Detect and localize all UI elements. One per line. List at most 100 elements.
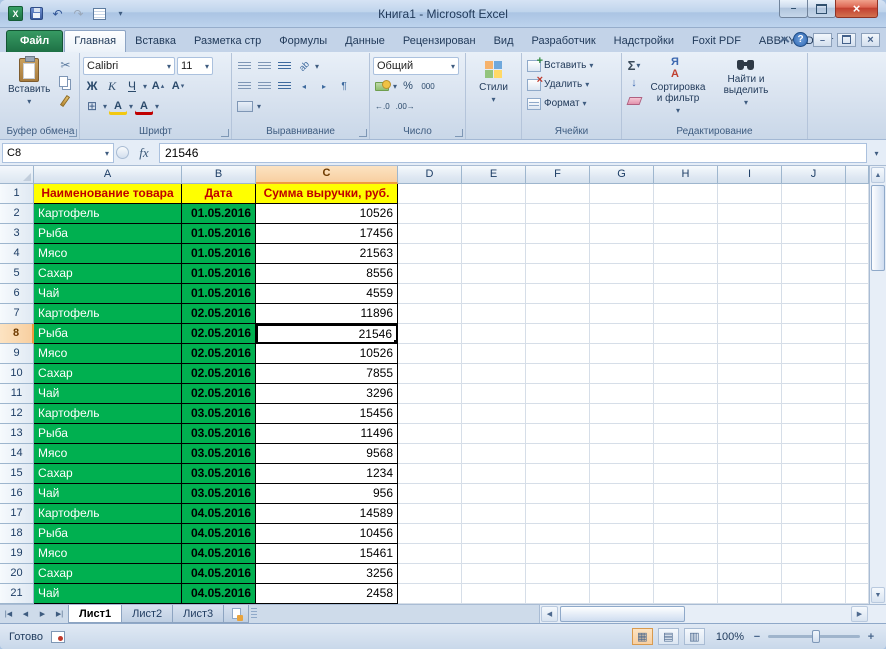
cell-G1[interactable]: [590, 184, 654, 204]
bold-button[interactable]: Ж: [83, 77, 101, 95]
cell-A19[interactable]: Мясо: [34, 544, 182, 564]
cell-A11[interactable]: Чай: [34, 384, 182, 404]
cell-H7[interactable]: [654, 304, 718, 324]
cell-D13[interactable]: [398, 424, 462, 444]
cell-D11[interactable]: [398, 384, 462, 404]
cell-C2[interactable]: 10526: [256, 204, 398, 224]
cell-I6[interactable]: [718, 284, 782, 304]
excel-logo-icon[interactable]: [7, 5, 24, 22]
column-header-J[interactable]: J: [782, 166, 846, 184]
increase-decimal-button[interactable]: [373, 97, 392, 115]
cell-partial-7[interactable]: [846, 304, 869, 324]
cell-F2[interactable]: [526, 204, 590, 224]
row-header-11[interactable]: 11: [0, 384, 34, 404]
column-header-F[interactable]: F: [526, 166, 590, 184]
cell-J6[interactable]: [782, 284, 846, 304]
font-size-select[interactable]: 11: [177, 57, 213, 75]
cell-A2[interactable]: Картофель: [34, 204, 182, 224]
cell-D12[interactable]: [398, 404, 462, 424]
column-header-A[interactable]: A: [34, 166, 182, 184]
number-dialog-launcher-icon[interactable]: [455, 129, 463, 137]
cell-A3[interactable]: Рыба: [34, 224, 182, 244]
cell-A8[interactable]: Рыба: [34, 324, 182, 344]
cell-D2[interactable]: [398, 204, 462, 224]
cell-F3[interactable]: [526, 224, 590, 244]
row-header-14[interactable]: 14: [0, 444, 34, 464]
cell-B13[interactable]: 03.05.2016: [182, 424, 256, 444]
qat-customize-dropdown-icon[interactable]: [112, 5, 129, 22]
row-header-4[interactable]: 4: [0, 244, 34, 264]
cell-J15[interactable]: [782, 464, 846, 484]
next-sheet-icon[interactable]: [34, 605, 51, 623]
cell-G3[interactable]: [590, 224, 654, 244]
column-header-H[interactable]: H: [654, 166, 718, 184]
cell-B11[interactable]: 02.05.2016: [182, 384, 256, 404]
cell-D19[interactable]: [398, 544, 462, 564]
accounting-format-button[interactable]: [373, 77, 391, 95]
scroll-left-icon[interactable]: [541, 606, 558, 622]
clipboard-dialog-launcher-icon[interactable]: [69, 129, 77, 137]
number-format-select[interactable]: Общий: [373, 57, 459, 75]
cell-B3[interactable]: 01.05.2016: [182, 224, 256, 244]
row-header-21[interactable]: 21: [0, 584, 34, 604]
cell-E21[interactable]: [462, 584, 526, 604]
normal-view-button[interactable]: ▦: [631, 628, 653, 645]
cell-partial-16[interactable]: [846, 484, 869, 504]
column-header-I[interactable]: I: [718, 166, 782, 184]
cell-D9[interactable]: [398, 344, 462, 364]
tab-Вставка[interactable]: Вставка: [126, 31, 185, 52]
cell-I13[interactable]: [718, 424, 782, 444]
cell-B5[interactable]: 01.05.2016: [182, 264, 256, 284]
formula-bar-handle[interactable]: [116, 146, 129, 159]
cell-J18[interactable]: [782, 524, 846, 544]
cell-F5[interactable]: [526, 264, 590, 284]
row-header-3[interactable]: 3: [0, 224, 34, 244]
cell-A21[interactable]: Чай: [34, 584, 182, 604]
copy-button[interactable]: [56, 74, 74, 92]
row-header-18[interactable]: 18: [0, 524, 34, 544]
row-header-1[interactable]: 1: [0, 184, 34, 204]
cell-E18[interactable]: [462, 524, 526, 544]
cell-D21[interactable]: [398, 584, 462, 604]
cell-J3[interactable]: [782, 224, 846, 244]
cell-H2[interactable]: [654, 204, 718, 224]
column-header-D[interactable]: D: [398, 166, 462, 184]
cell-F18[interactable]: [526, 524, 590, 544]
cell-A9[interactable]: Мясо: [34, 344, 182, 364]
cell-H6[interactable]: [654, 284, 718, 304]
cell-partial-6[interactable]: [846, 284, 869, 304]
cell-I20[interactable]: [718, 564, 782, 584]
cell-E14[interactable]: [462, 444, 526, 464]
merge-center-dropdown-icon[interactable]: [257, 100, 261, 112]
cell-E17[interactable]: [462, 504, 526, 524]
tab-Главная[interactable]: Главная: [64, 30, 127, 52]
save-button[interactable]: [28, 5, 45, 22]
fill-handle[interactable]: [393, 339, 396, 342]
page-layout-view-button[interactable]: ▤: [657, 628, 679, 645]
delete-cells-button[interactable]: Удалить: [525, 74, 618, 94]
row-header-20[interactable]: 20: [0, 564, 34, 584]
cell-partial-18[interactable]: [846, 524, 869, 544]
cell-D17[interactable]: [398, 504, 462, 524]
cell-partial-21[interactable]: [846, 584, 869, 604]
cell-A18[interactable]: Рыба: [34, 524, 182, 544]
cell-C8[interactable]: 21546: [256, 324, 398, 344]
cell-G19[interactable]: [590, 544, 654, 564]
sort-filter-button[interactable]: Сортировка и фильтр: [645, 56, 711, 118]
cell-A20[interactable]: Сахар: [34, 564, 182, 584]
cell-F17[interactable]: [526, 504, 590, 524]
cell-C3[interactable]: 17456: [256, 224, 398, 244]
cell-D4[interactable]: [398, 244, 462, 264]
cell-G9[interactable]: [590, 344, 654, 364]
insert-function-button[interactable]: fx: [131, 145, 157, 161]
cell-A15[interactable]: Сахар: [34, 464, 182, 484]
cell-A16[interactable]: Чай: [34, 484, 182, 504]
cell-D3[interactable]: [398, 224, 462, 244]
cell-E15[interactable]: [462, 464, 526, 484]
cell-E9[interactable]: [462, 344, 526, 364]
row-header-8[interactable]: 8: [0, 324, 34, 344]
cell-F6[interactable]: [526, 284, 590, 304]
cell-C15[interactable]: 1234: [256, 464, 398, 484]
cell-I2[interactable]: [718, 204, 782, 224]
cell-D18[interactable]: [398, 524, 462, 544]
